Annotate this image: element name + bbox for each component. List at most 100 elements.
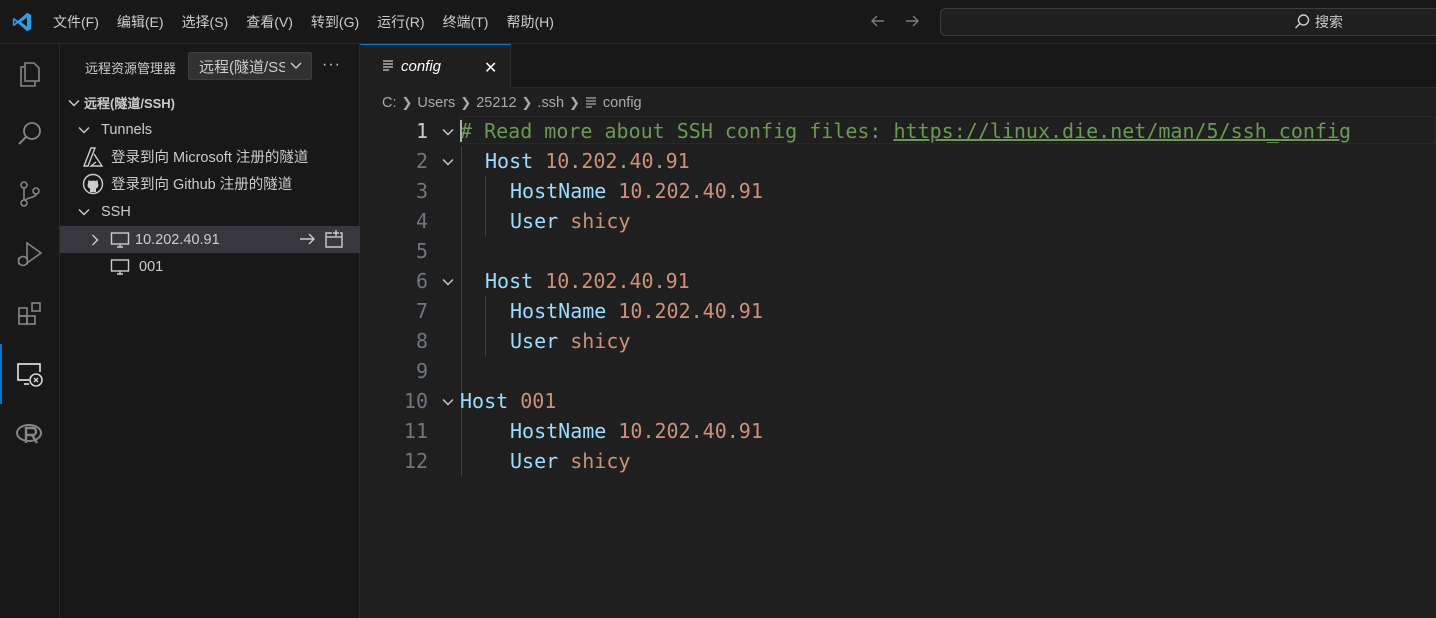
code-line: 4 User shicy bbox=[360, 206, 1436, 236]
ssh-host-item[interactable]: 10.202.40.91 bbox=[60, 226, 360, 253]
breadcrumb-file[interactable]: config bbox=[603, 95, 642, 111]
line-number: 12 bbox=[403, 449, 428, 473]
code-text: User shicy bbox=[510, 329, 631, 353]
code-text: User shicy bbox=[510, 449, 631, 473]
menu-view[interactable]: 查看(V) bbox=[237, 0, 302, 44]
menu-selection[interactable]: 选择(S) bbox=[173, 0, 238, 44]
ssh-host-label: 10.202.40.91 bbox=[135, 231, 220, 248]
menu-help[interactable]: 帮助(H) bbox=[497, 0, 562, 44]
chevron-down-icon bbox=[78, 208, 90, 215]
line-number: 6 bbox=[415, 269, 428, 293]
code-line: 11 HostName 10.202.40.91 bbox=[360, 416, 1436, 446]
breadcrumb-ssh-folder[interactable]: .ssh bbox=[537, 95, 564, 111]
menu-file[interactable]: 文件(F) bbox=[44, 0, 108, 44]
search-view-icon[interactable] bbox=[0, 104, 60, 164]
line-number: 11 bbox=[403, 419, 428, 443]
section-remote-tunnels-ssh[interactable]: 远程(隧道/SSH) bbox=[60, 89, 360, 116]
code-line: 9 bbox=[360, 356, 1436, 386]
tunnel-github-item[interactable]: 登录到向 Github 注册的隧道 bbox=[60, 170, 360, 197]
code-line: 12 User shicy bbox=[360, 446, 1436, 476]
tunnels-group[interactable]: Tunnels bbox=[60, 116, 360, 143]
breadcrumb-separator-icon: ❯ bbox=[569, 95, 580, 110]
text-cursor bbox=[460, 120, 462, 142]
code-text: # Read more about SSH config files: http… bbox=[460, 119, 1352, 143]
code-text: Host 10.202.40.91 bbox=[485, 269, 690, 293]
command-center-search[interactable]: 搜索 bbox=[940, 8, 1436, 36]
ssh-host-item[interactable]: 001 bbox=[60, 253, 360, 280]
line-number: 10 bbox=[403, 389, 428, 413]
remote-explorer-sidebar: 远程资源管理器 远程(隧道/SSH) ··· 远程(隧道/SSH) Tunnel… bbox=[60, 44, 360, 618]
chevron-down-icon bbox=[78, 126, 90, 133]
vscode-logo-icon[interactable] bbox=[11, 11, 33, 33]
remote-type-value: 远程(隧道/SSH) bbox=[199, 58, 285, 76]
monitor-icon bbox=[110, 258, 130, 275]
tunnels-label: Tunnels bbox=[101, 121, 153, 138]
remote-type-dropdown[interactable]: 远程(隧道/SSH) bbox=[188, 52, 312, 80]
run-debug-icon[interactable] bbox=[0, 224, 60, 284]
file-lines-icon bbox=[383, 60, 393, 71]
breadcrumb-drive[interactable]: C: bbox=[382, 95, 397, 111]
code-line: 1 # Read more about SSH config files: ht… bbox=[360, 116, 1436, 146]
menu-go[interactable]: 转到(G) bbox=[302, 0, 368, 44]
connect-in-new-window-icon[interactable] bbox=[324, 229, 344, 249]
breadcrumb-separator-icon: ❯ bbox=[460, 95, 472, 110]
breadcrumb-separator-icon: ❯ bbox=[401, 95, 413, 110]
file-lines-icon bbox=[585, 97, 596, 108]
fold-chevron-icon[interactable] bbox=[440, 394, 456, 410]
tunnel-microsoft-label: 登录到向 Microsoft 注册的隧道 bbox=[111, 150, 309, 166]
breadcrumb-separator-icon: ❯ bbox=[521, 95, 533, 110]
ssh-label: SSH bbox=[101, 203, 131, 220]
breadcrumb: C: ❯ Users ❯ 25212 ❯ .ssh ❯ config bbox=[382, 92, 642, 114]
explorer-icon[interactable] bbox=[0, 44, 60, 104]
config-docs-link[interactable]: https://linux.die.net/man/5/ssh_config bbox=[893, 119, 1351, 143]
back-arrow-icon[interactable] bbox=[868, 10, 888, 32]
navigation-arrows bbox=[868, 10, 922, 32]
breadcrumb-users[interactable]: Users bbox=[417, 95, 455, 111]
microsoft-azure-icon bbox=[82, 146, 104, 167]
connect-in-current-window-icon[interactable] bbox=[298, 229, 318, 249]
ssh-group[interactable]: SSH bbox=[60, 198, 360, 225]
remote-explorer-icon[interactable] bbox=[0, 344, 60, 404]
menu-terminal[interactable]: 终端(T) bbox=[434, 0, 498, 44]
code-text: HostName 10.202.40.91 bbox=[510, 179, 763, 203]
section-title: 远程(隧道/SSH) bbox=[84, 96, 176, 111]
fold-chevron-icon[interactable] bbox=[440, 274, 456, 290]
close-icon[interactable]: ✕ bbox=[484, 58, 497, 78]
search-icon bbox=[1295, 14, 1310, 29]
menu-edit[interactable]: 编辑(E) bbox=[108, 0, 173, 44]
sidebar-header: 远程资源管理器 远程(隧道/SSH) ··· bbox=[60, 44, 360, 88]
line-number: 4 bbox=[415, 209, 428, 233]
menu-run[interactable]: 运行(R) bbox=[368, 0, 433, 44]
tab-config[interactable]: config ✕ bbox=[360, 44, 511, 88]
source-control-icon[interactable] bbox=[0, 164, 60, 224]
tunnel-microsoft-item[interactable]: 登录到向 Microsoft 注册的隧道 bbox=[60, 143, 360, 170]
fold-chevron-icon[interactable] bbox=[440, 124, 456, 140]
code-line: 2 Host 10.202.40.91 bbox=[360, 146, 1436, 176]
line-number: 7 bbox=[415, 299, 428, 323]
title-bar: 文件(F) 编辑(E) 选择(S) 查看(V) 转到(G) 运行(R) 终端(T… bbox=[0, 0, 1436, 44]
line-number: 1 bbox=[415, 119, 428, 143]
tab-label: config bbox=[401, 58, 442, 75]
fold-chevron-icon[interactable] bbox=[440, 154, 456, 170]
search-label: 搜索 bbox=[1315, 14, 1343, 30]
menu-bar: 文件(F) 编辑(E) 选择(S) 查看(V) 转到(G) 运行(R) 终端(T… bbox=[44, 0, 563, 44]
code-text: Host 10.202.40.91 bbox=[485, 149, 690, 173]
breadcrumb-user-folder[interactable]: 25212 bbox=[476, 95, 516, 111]
code-line: 8 User shicy bbox=[360, 326, 1436, 356]
code-line: 6 Host 10.202.40.91 bbox=[360, 266, 1436, 296]
code-text: User shicy bbox=[510, 209, 631, 233]
r-language-icon[interactable] bbox=[0, 404, 60, 464]
line-number: 2 bbox=[415, 149, 428, 173]
chevron-right-icon bbox=[92, 234, 99, 245]
extensions-icon[interactable] bbox=[0, 284, 60, 344]
chevron-down-icon bbox=[290, 62, 302, 69]
code-text: HostName 10.202.40.91 bbox=[510, 419, 763, 443]
more-actions-button[interactable]: ··· bbox=[322, 56, 341, 74]
forward-arrow-icon[interactable] bbox=[902, 10, 922, 32]
github-icon bbox=[82, 173, 104, 194]
sidebar-title: 远程资源管理器 bbox=[85, 61, 177, 76]
code-line: 10 Host 001 bbox=[360, 386, 1436, 416]
monitor-icon bbox=[110, 231, 130, 248]
line-number: 8 bbox=[415, 329, 428, 353]
code-line: 7 HostName 10.202.40.91 bbox=[360, 296, 1436, 326]
